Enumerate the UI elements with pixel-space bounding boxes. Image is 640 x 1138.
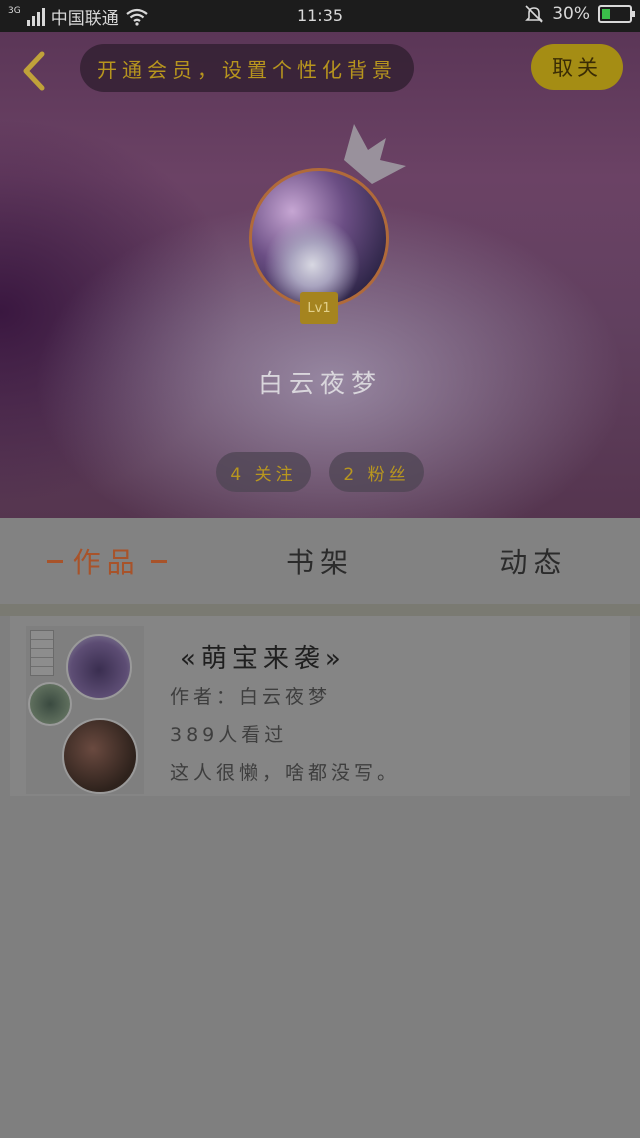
book-title[interactable]: «萌宝来袭» bbox=[180, 638, 346, 675]
avatar[interactable] bbox=[249, 168, 389, 308]
battery-percent: 30% bbox=[552, 4, 590, 24]
work-card[interactable]: «萌宝来袭» 作者：白云夜梦 389人看过 这人很懒，啥都没写。 bbox=[10, 616, 630, 796]
level-badge: Lv1 bbox=[300, 292, 338, 324]
tab-bookshelf[interactable]: 书架 bbox=[213, 518, 426, 604]
content-tabs: 作品 书架 动态 bbox=[0, 518, 640, 604]
tab-label: 作品 bbox=[72, 546, 141, 579]
username: 白云夜梦 bbox=[257, 369, 382, 398]
cover-circle bbox=[62, 718, 138, 794]
book-description: 这人很懒，啥都没写。 bbox=[170, 762, 401, 784]
book-author: 作者：白云夜梦 bbox=[170, 686, 332, 708]
tab-label: 动态 bbox=[499, 546, 568, 579]
cover-circle bbox=[66, 634, 132, 700]
vip-background-banner[interactable]: 开通会员，设置个性化背景 bbox=[80, 44, 414, 92]
battery-icon bbox=[598, 5, 635, 23]
tab-label: 书架 bbox=[285, 546, 354, 579]
active-tab-marker-right bbox=[150, 559, 167, 563]
back-arrow-icon[interactable] bbox=[18, 50, 48, 92]
section-divider bbox=[0, 604, 640, 616]
active-tab-marker-left bbox=[46, 559, 63, 563]
mute-bell-icon bbox=[525, 5, 544, 23]
book-cover-image[interactable] bbox=[26, 626, 144, 794]
book-views: 389人看过 bbox=[170, 724, 288, 746]
tab-activity[interactable]: 动态 bbox=[427, 518, 640, 604]
following-count-button[interactable]: 4 关注 bbox=[216, 452, 311, 492]
battery-fill bbox=[602, 9, 610, 19]
cover-decoration bbox=[30, 630, 54, 676]
status-right: 30% bbox=[524, 4, 635, 24]
unfollow-button[interactable]: 取关 bbox=[531, 44, 623, 90]
followers-count-button[interactable]: 2 粉丝 bbox=[329, 452, 424, 492]
tab-works[interactable]: 作品 bbox=[0, 518, 213, 604]
profile-header: 开通会员，设置个性化背景 取关 Lv1 白云夜梦 4 关注 2 粉丝 bbox=[0, 32, 640, 518]
status-bar: 3G 中国联通 11:35 30% bbox=[0, 0, 640, 32]
cover-circle bbox=[28, 682, 72, 726]
